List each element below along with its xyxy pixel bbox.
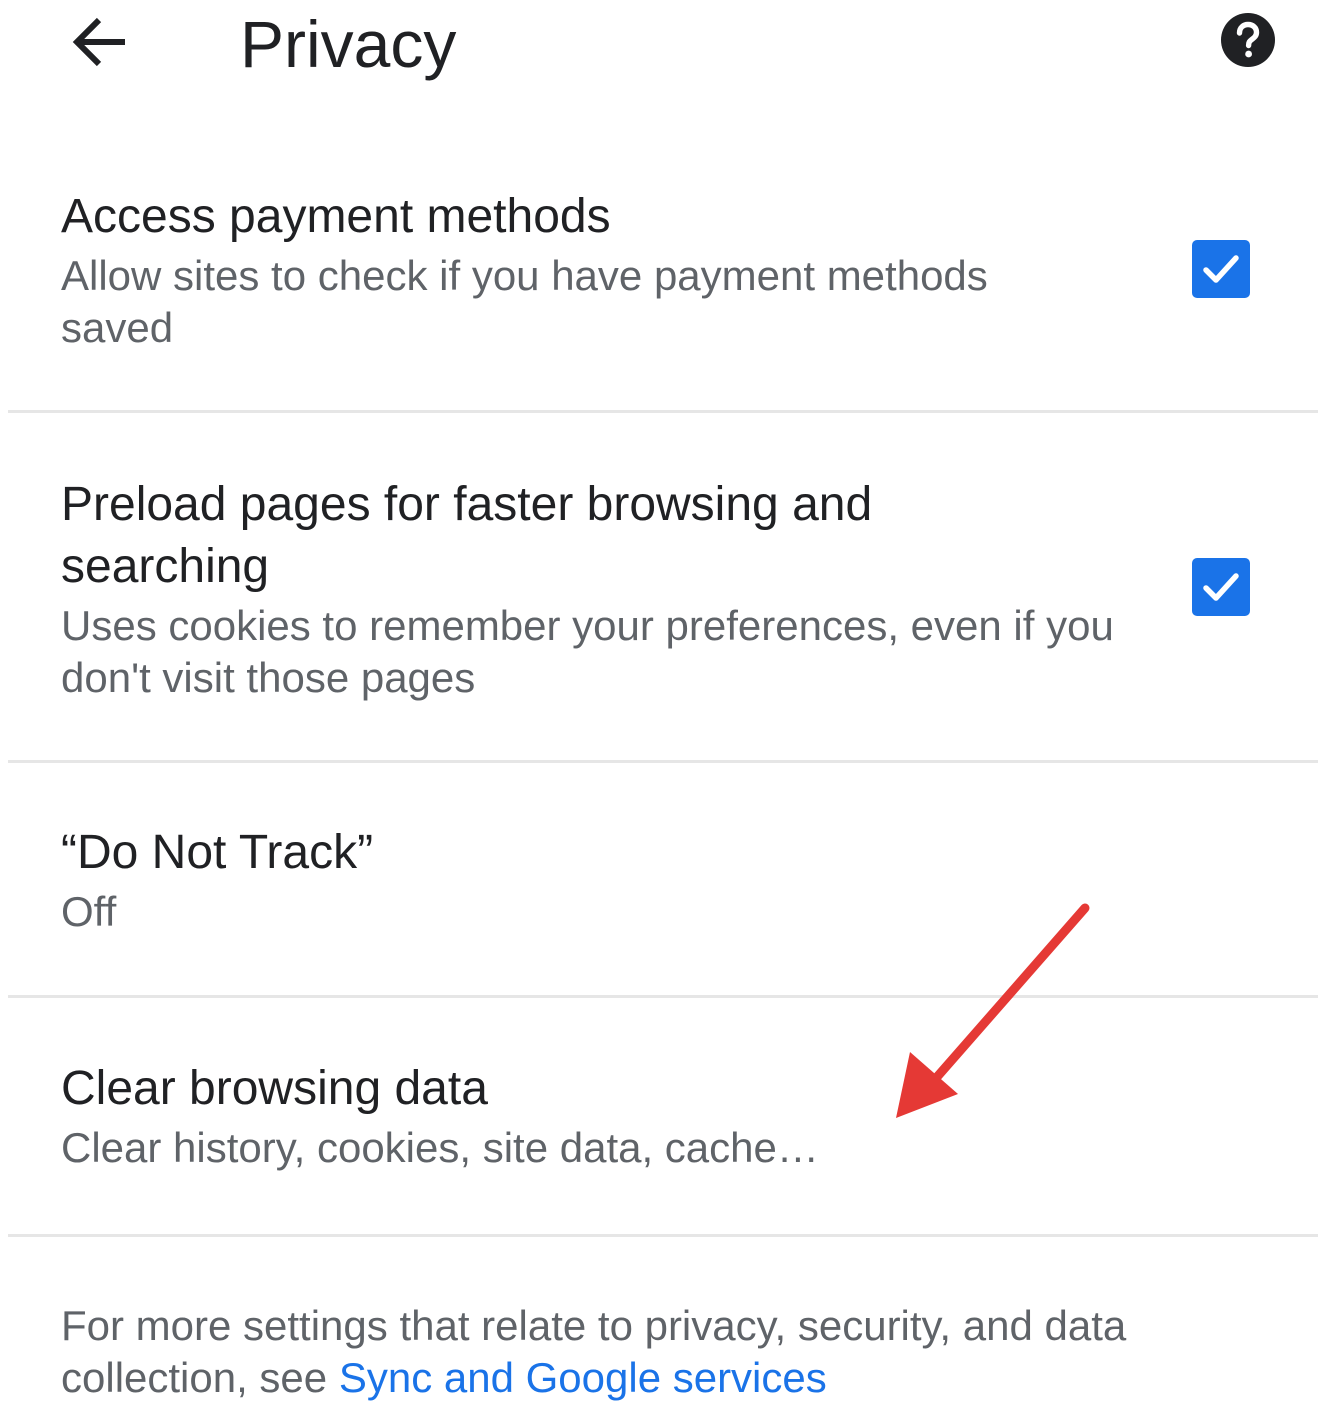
check-icon xyxy=(1203,573,1239,601)
footer-note: For more settings that relate to privacy… xyxy=(61,1300,1281,1404)
setting-description: Uses cookies to remember your preference… xyxy=(61,602,1114,701)
help-circle-icon xyxy=(1221,13,1275,67)
sync-google-services-link[interactable]: Sync and Google services xyxy=(339,1354,827,1401)
setting-description: Clear history, cookies, site data, cache… xyxy=(61,1124,819,1171)
setting-do-not-track[interactable]: “Do Not Track” Off xyxy=(0,822,1318,997)
setting-title: “Do Not Track” xyxy=(61,826,374,879)
setting-title: Preload pages for faster browsing and se… xyxy=(61,478,873,593)
setting-status: Off xyxy=(61,888,117,935)
setting-title: Access payment methods xyxy=(61,190,611,243)
payment-methods-checkbox[interactable] xyxy=(1192,240,1250,298)
preload-pages-checkbox[interactable] xyxy=(1192,558,1250,616)
divider xyxy=(8,410,1318,413)
divider xyxy=(8,1234,1318,1237)
page-title: Privacy xyxy=(240,7,457,81)
setting-preload-pages[interactable]: Preload pages for faster browsing and se… xyxy=(0,474,1318,762)
setting-description: Allow sites to check if you have payment… xyxy=(61,252,988,351)
divider xyxy=(8,995,1318,998)
app-bar: Privacy xyxy=(0,0,1318,110)
check-icon xyxy=(1203,255,1239,283)
setting-access-payment-methods[interactable]: Access payment methods Allow sites to ch… xyxy=(0,186,1318,412)
arrow-back-icon xyxy=(72,17,125,67)
divider xyxy=(8,760,1318,763)
back-button[interactable] xyxy=(56,0,142,84)
help-button[interactable] xyxy=(1208,0,1288,80)
setting-clear-browsing-data[interactable]: Clear browsing data Clear history, cooki… xyxy=(0,1058,1318,1236)
setting-title: Clear browsing data xyxy=(61,1062,488,1115)
